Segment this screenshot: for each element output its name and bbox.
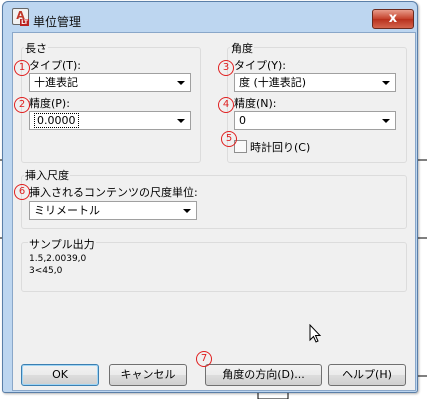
angle-type-select[interactable]: 度 (十進表記) [234, 73, 396, 92]
angle-group-title: 角度 [230, 40, 254, 56]
chevron-down-icon [177, 119, 185, 123]
annotation-marker-6: 6 [14, 184, 30, 200]
insertion-units-select[interactable]: ミリメートル [29, 201, 197, 220]
annotation-marker-2: 2 [14, 97, 30, 113]
autocad-lt-icon: A LT [12, 8, 29, 26]
cancel-button[interactable]: キャンセル [109, 364, 187, 386]
chevron-down-icon [382, 81, 390, 85]
length-type-select[interactable]: 十進表記 [29, 73, 191, 92]
angle-precision-label: 精度(N): [234, 97, 277, 110]
insertion-units-label: 挿入されるコンテンツの尺度単位: [29, 186, 198, 199]
insertion-scale-title: 挿入尺度 [24, 167, 70, 183]
annotation-marker-1: 1 [14, 60, 30, 76]
angle-direction-button[interactable]: 角度の方向(D)... [205, 364, 322, 386]
close-button[interactable]: x [372, 9, 414, 29]
angle-type-label: タイプ(Y): [234, 59, 287, 72]
annotation-marker-7: 7 [196, 351, 212, 367]
units-dialog: A LT 単位管理 x 長さ タイプ(T): 十進表記 精度(P): 0.0000… [2, 1, 418, 393]
sample-output-line-2: 3<45,0 [29, 266, 63, 276]
sample-output-title: サンプル出力 [28, 236, 96, 252]
dialog-title: 単位管理 [33, 15, 82, 29]
ok-button[interactable]: OK [21, 364, 99, 386]
annotation-marker-3: 3 [218, 60, 234, 76]
angle-precision-select[interactable]: 0 [234, 111, 396, 130]
close-icon: x [388, 11, 398, 26]
sample-output-line-1: 1.5,2.0039,0 [29, 254, 87, 264]
length-precision-label: 精度(P): [29, 97, 70, 110]
clockwise-label[interactable]: 時計回り(C) [250, 139, 310, 155]
help-button[interactable]: ヘルプ(H) [328, 364, 406, 386]
annotation-marker-5: 5 [221, 131, 237, 147]
chevron-down-icon [177, 81, 185, 85]
chevron-down-icon [183, 209, 191, 213]
length-precision-select[interactable]: 0.0000 [29, 111, 191, 130]
chevron-down-icon [382, 119, 390, 123]
mouse-cursor-icon [309, 324, 322, 343]
dialog-body: 長さ タイプ(T): 十進表記 精度(P): 0.0000 角度 タイプ(Y):… [12, 32, 416, 391]
length-group-title: 長さ [24, 40, 48, 56]
annotation-marker-4: 4 [218, 97, 234, 113]
length-type-label: タイプ(T): [29, 59, 82, 72]
